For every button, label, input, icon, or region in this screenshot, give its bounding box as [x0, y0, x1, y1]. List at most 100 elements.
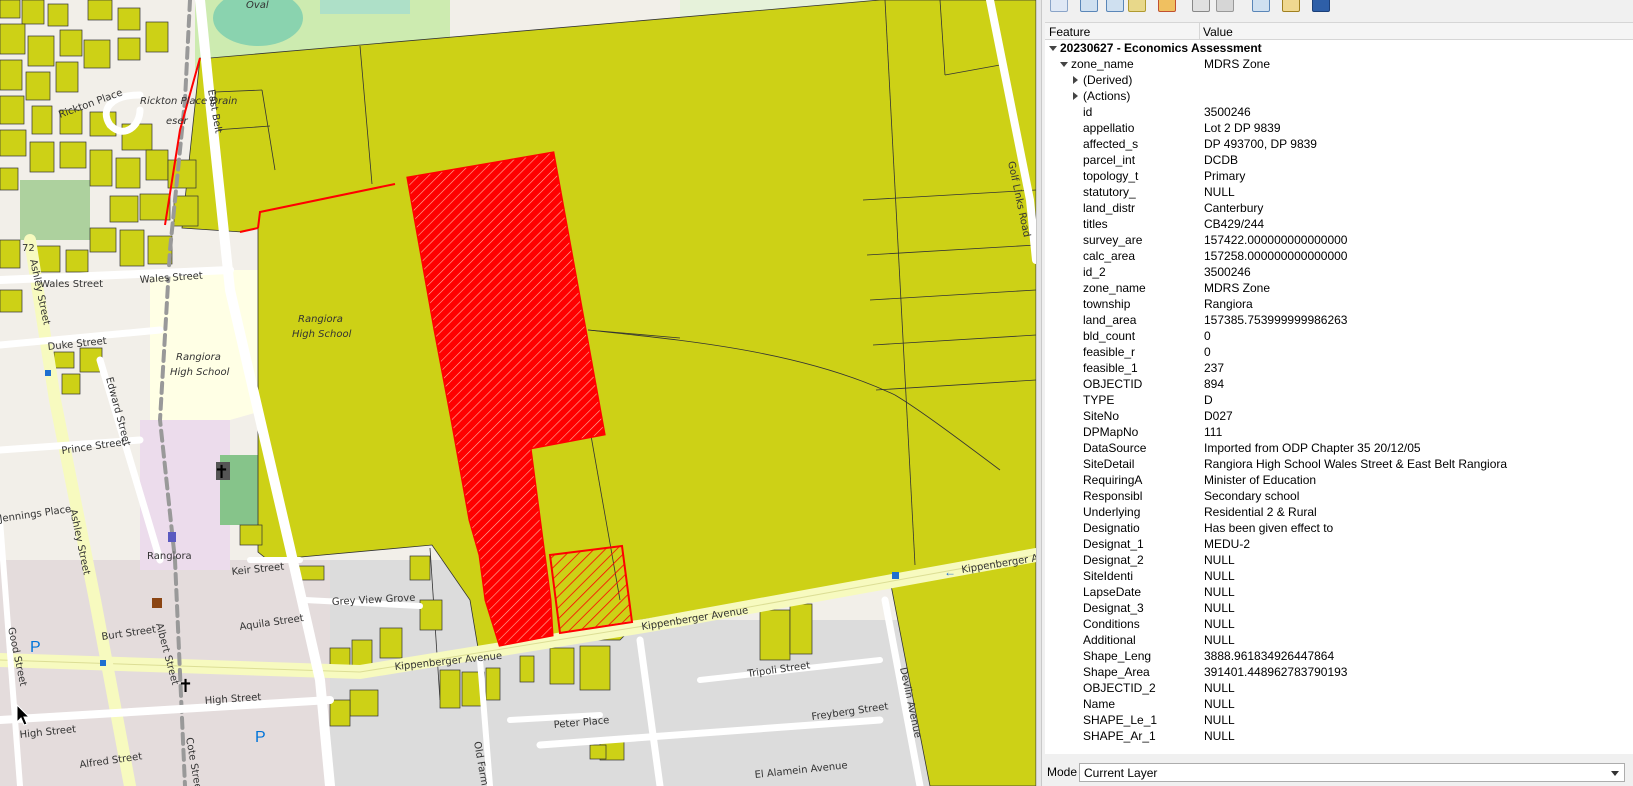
- tree-row-layer[interactable]: 20230627 - Economics Assessment: [1045, 40, 1633, 56]
- map-label-school-1-line1: Rangiora: [298, 314, 343, 325]
- attribute-name: SiteNo: [1083, 409, 1120, 423]
- tree-row-actions[interactable]: (Actions): [1045, 88, 1633, 104]
- attribute-name: appellatio: [1083, 121, 1135, 135]
- attribute-name: SiteDetail: [1083, 457, 1135, 471]
- layer-title: 20230627 - Economics Assessment: [1060, 41, 1262, 55]
- attribute-value: DP 493700, DP 9839: [1204, 137, 1317, 151]
- attribute-name: feasible_1: [1083, 361, 1138, 375]
- attribute-row[interactable]: Designat_1 MEDU-2: [1045, 536, 1633, 552]
- attribute-row[interactable]: OBJECTID 894: [1045, 376, 1633, 392]
- oneway-arrow-icon: ←: [944, 565, 956, 579]
- expand-arrow-icon[interactable]: [1049, 46, 1057, 51]
- attribute-row[interactable]: Shape_Area 391401.448962783790193: [1045, 664, 1633, 680]
- actions-label: (Actions): [1083, 89, 1131, 103]
- map-label-route-72: 72: [22, 243, 35, 254]
- map-label-wales-street-2: Wales Street: [40, 279, 103, 290]
- attribute-row[interactable]: affected_s DP 493700, DP 9839: [1045, 136, 1633, 152]
- map-label-oval: Oval: [246, 0, 269, 11]
- attribute-row[interactable]: LapseDate NULL: [1045, 584, 1633, 600]
- expand-arrow-icon[interactable]: [1060, 62, 1068, 67]
- attribute-row[interactable]: Responsibl Secondary school: [1045, 488, 1633, 504]
- copy-attributes-icon[interactable]: [1158, 0, 1176, 12]
- attribute-row[interactable]: Designatio Has been given effect to: [1045, 520, 1633, 536]
- mode-label: Mode: [1047, 765, 1078, 779]
- attribute-row[interactable]: bld_count 0: [1045, 328, 1633, 344]
- attribute-row[interactable]: zone_name MDRS Zone: [1045, 280, 1633, 296]
- attribute-row[interactable]: Underlying Residential 2 & Rural: [1045, 504, 1633, 520]
- attribute-row[interactable]: Designat_2 NULL: [1045, 552, 1633, 568]
- attribute-row[interactable]: township Rangiora: [1045, 296, 1633, 312]
- results-tree[interactable]: 20230627 - Economics Assessment zone_nam…: [1045, 40, 1633, 754]
- attribute-name: zone_name: [1083, 281, 1146, 295]
- attribute-value: 0: [1204, 345, 1211, 359]
- attribute-name: land_area: [1083, 313, 1137, 327]
- column-header-feature[interactable]: Feature: [1049, 25, 1090, 39]
- attribute-row[interactable]: appellatio Lot 2 DP 9839: [1045, 120, 1633, 136]
- attribute-row[interactable]: land_area 157385.753999999986263: [1045, 312, 1633, 328]
- attribute-row[interactable]: statutory_ NULL: [1045, 184, 1633, 200]
- attribute-value: NULL: [1204, 601, 1235, 615]
- attribute-row[interactable]: SiteNo D027: [1045, 408, 1633, 424]
- attribute-name: Additional: [1083, 633, 1136, 647]
- attribute-name: LapseDate: [1083, 585, 1142, 599]
- attribute-name: parcel_int: [1083, 153, 1136, 167]
- tree-row-derived[interactable]: (Derived): [1045, 72, 1633, 88]
- help-icon[interactable]: [1312, 0, 1330, 12]
- attribute-row[interactable]: TYPE D: [1045, 392, 1633, 408]
- identify-results-panel: Feature Value 20230627 - Economics Asses…: [1042, 0, 1633, 786]
- attribute-name: SHAPE_Ar_1: [1083, 729, 1156, 743]
- attribute-value: D027: [1204, 409, 1233, 423]
- chevron-down-icon[interactable]: [1611, 771, 1619, 776]
- attribute-value: 3888.961834926447864: [1204, 649, 1335, 663]
- attribute-row[interactable]: SiteDetail Rangiora High School Wales Str…: [1045, 456, 1633, 472]
- library-icon: [168, 532, 176, 542]
- attribute-name: statutory_: [1083, 185, 1136, 199]
- expand-tree-icon[interactable]: [1050, 0, 1068, 12]
- attribute-row[interactable]: SHAPE_Le_1 NULL: [1045, 712, 1633, 728]
- attribute-row[interactable]: survey_are 157422.000000000000000: [1045, 232, 1633, 248]
- attribute-value: Rangiora High School Wales Street & East…: [1204, 457, 1508, 471]
- attribute-row[interactable]: Additional NULL: [1045, 632, 1633, 648]
- attribute-row[interactable]: SiteIdenti NULL: [1045, 568, 1633, 584]
- attribute-value: 111: [1204, 425, 1223, 439]
- column-header-value[interactable]: Value: [1203, 25, 1233, 39]
- attribute-row[interactable]: RequiringA Minister of Education: [1045, 472, 1633, 488]
- tree-row-feature[interactable]: zone_name MDRS Zone: [1045, 56, 1633, 72]
- attribute-row[interactable]: topology_t Primary: [1045, 168, 1633, 184]
- attribute-row[interactable]: parcel_int DCDB: [1045, 152, 1633, 168]
- print-icon[interactable]: [1192, 0, 1210, 12]
- attribute-name: township: [1083, 297, 1131, 311]
- clear-results-icon[interactable]: [1128, 0, 1146, 12]
- expand-new-icon[interactable]: [1106, 0, 1124, 12]
- attribute-value: 157258.000000000000000: [1204, 249, 1348, 263]
- collapse-arrow-icon[interactable]: [1073, 76, 1078, 84]
- attribute-row[interactable]: Name NULL: [1045, 696, 1633, 712]
- attribute-row[interactable]: Designat_3 NULL: [1045, 600, 1633, 616]
- attribute-row[interactable]: Shape_Leng 3888.961834926447864: [1045, 648, 1633, 664]
- attribute-row[interactable]: id_2 3500246: [1045, 264, 1633, 280]
- attribute-row[interactable]: land_distr Canterbury: [1045, 200, 1633, 216]
- mode-select[interactable]: Current Layer: [1079, 763, 1625, 782]
- attribute-row[interactable]: DPMapNo 111: [1045, 424, 1633, 440]
- column-divider[interactable]: [1199, 23, 1200, 40]
- attribute-value: Primary: [1204, 169, 1246, 183]
- attribute-row[interactable]: calc_area 157258.000000000000000: [1045, 248, 1633, 264]
- attribute-row[interactable]: feasible_1 237: [1045, 360, 1633, 376]
- map-label-school-1-line2: High School: [292, 329, 352, 340]
- collapse-tree-icon[interactable]: [1080, 0, 1098, 12]
- attribute-row[interactable]: titles CB429/244: [1045, 216, 1633, 232]
- map-canvas[interactable]: ✝ ✝ P P ← Oval Rickton Place Drain eser …: [0, 0, 1036, 786]
- attribute-name: OBJECTID_2: [1083, 681, 1156, 695]
- attribute-row[interactable]: Conditions NULL: [1045, 616, 1633, 632]
- attribute-row[interactable]: id 3500246: [1045, 104, 1633, 120]
- attribute-row[interactable]: feasible_r 0: [1045, 344, 1633, 360]
- measure-icon[interactable]: [1282, 0, 1300, 12]
- collapse-arrow-icon[interactable]: [1073, 92, 1078, 100]
- identify-icon[interactable]: [1252, 0, 1270, 12]
- attribute-row[interactable]: SHAPE_Ar_1 NULL: [1045, 728, 1633, 744]
- attribute-value: NULL: [1204, 617, 1235, 631]
- attribute-row[interactable]: OBJECTID_2 NULL: [1045, 680, 1633, 696]
- select-features-icon[interactable]: [1216, 0, 1234, 12]
- attribute-name: feasible_r: [1083, 345, 1136, 359]
- attribute-row[interactable]: DataSource Imported from ODP Chapter 35 2…: [1045, 440, 1633, 456]
